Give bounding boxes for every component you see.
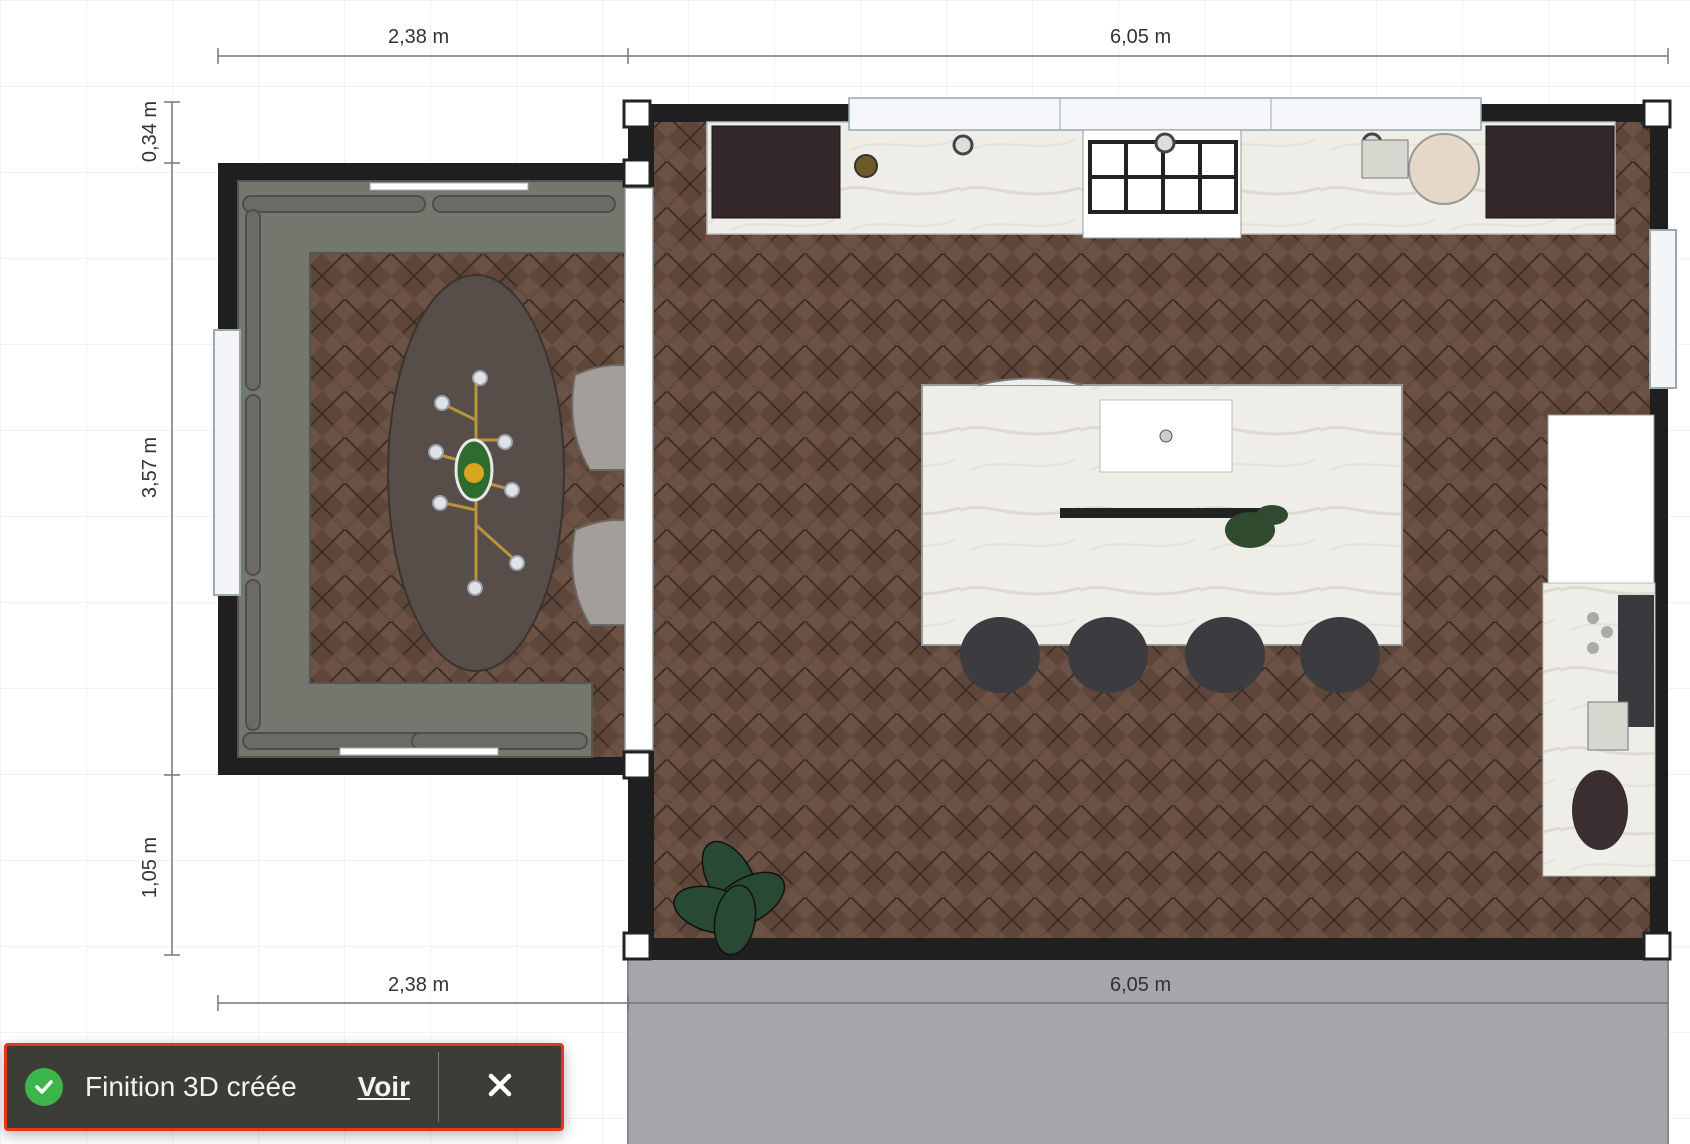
floor-plan-canvas[interactable] — [0, 0, 1690, 1144]
toast-message: Finition 3D créée — [85, 1071, 297, 1102]
cabinet-dark-right — [1485, 125, 1615, 219]
dimension-top-right: 6,05 m — [1110, 26, 1172, 48]
dimension-top-left: 2,38 m — [388, 26, 450, 48]
kitchen-room[interactable] — [628, 97, 1677, 960]
fridge — [1547, 414, 1655, 584]
cabinet-dark-left — [711, 125, 841, 219]
close-icon — [488, 1073, 512, 1102]
side-stool — [1572, 770, 1628, 850]
toast-close-button[interactable] — [439, 1046, 561, 1128]
opening-dining-kitchen[interactable] — [624, 187, 654, 751]
dimension-left-top: 0,34 m — [139, 100, 162, 163]
window-dining-left[interactable] — [213, 329, 241, 596]
dimension-left-middle: 3,57 m — [139, 436, 162, 499]
window-kitchen-right — [1649, 229, 1677, 389]
toast-message-area: Finition 3D créée Voir — [7, 1046, 438, 1128]
dimension-bottom-left: 2,38 m — [388, 974, 450, 996]
check-circle-icon — [25, 1068, 63, 1106]
notification-toast: Finition 3D créée Voir — [4, 1043, 564, 1131]
dining-alcove[interactable] — [218, 163, 684, 775]
dimension-left-bottom: 1,05 m — [139, 836, 162, 899]
view-link[interactable]: Voir — [358, 1071, 410, 1103]
dimension-bottom-right: 6,05 m — [1110, 974, 1172, 996]
